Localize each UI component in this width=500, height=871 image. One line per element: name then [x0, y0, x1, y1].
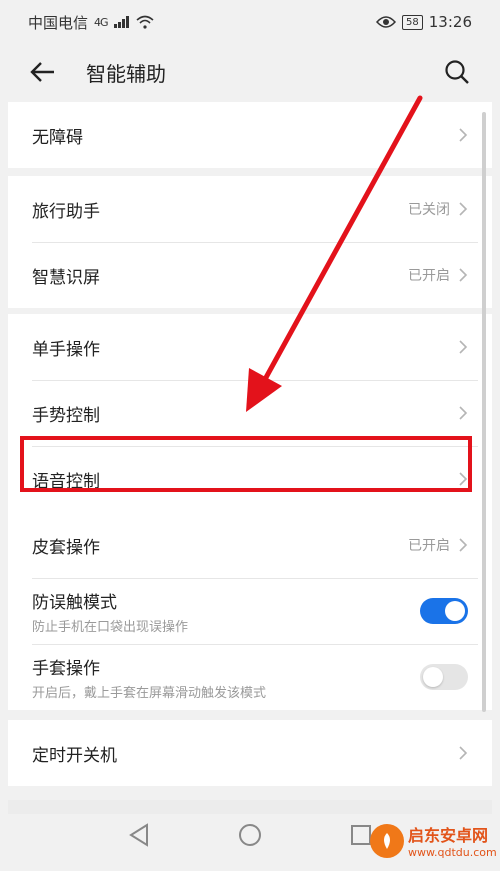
watermark-url: www.qdtdu.com: [408, 846, 497, 859]
watermark-title: 启东安卓网: [408, 826, 489, 845]
watermark-logo-icon: [370, 823, 404, 858]
watermark: 启东安卓网 www.qdtdu.com: [370, 822, 497, 859]
annotation-arrow: [246, 95, 423, 412]
